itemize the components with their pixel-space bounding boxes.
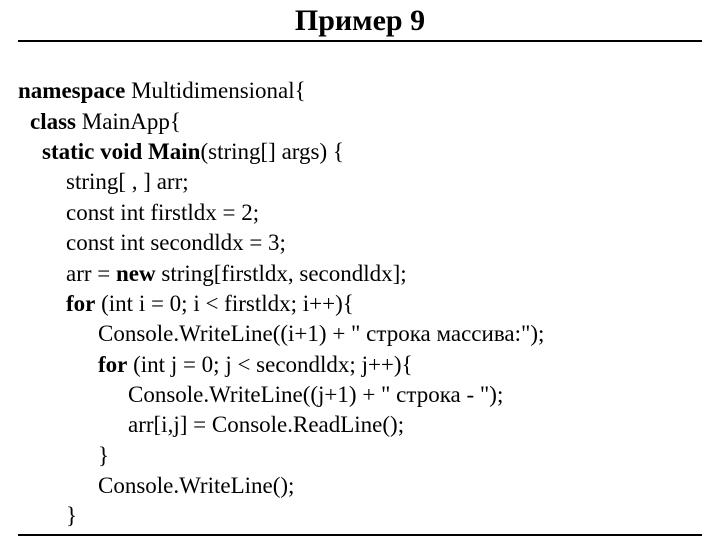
code-txt-10: (int j = 0; j < secondldx; j++){: [127, 352, 412, 377]
code-line-7: arr = new string[firstldx, secondldx];: [18, 259, 407, 289]
kw-new: new: [116, 261, 156, 286]
kw-for-1: for: [66, 291, 95, 316]
code-txt-3: (string[] args) {: [200, 139, 343, 164]
code-txt-7a: arr =: [66, 261, 116, 286]
code-line-11: Console.WriteLine((j+1) + " строка - ");: [18, 380, 503, 410]
code-line-4: string[ , ] arr;: [18, 167, 189, 197]
kw-void-main: void Main: [100, 139, 200, 164]
code-txt-7b: string[firstldx, secondldx];: [156, 261, 407, 286]
kw-namespace: namespace: [18, 78, 125, 103]
code-line-12: arr[i,j] = Console.ReadLine();: [18, 410, 404, 440]
code-line-13: }: [18, 441, 109, 471]
code-line-10: for (int j = 0; j < secondldx; j++){: [18, 350, 413, 380]
code-line-3: static void Main(string[] args) {: [18, 137, 344, 167]
code-line-14: Console.WriteLine();: [18, 471, 294, 501]
kw-class: class: [30, 109, 76, 134]
code-txt-8: (int i = 0; i < firstldx; i++){: [95, 291, 353, 316]
code-line-15: }: [18, 501, 77, 531]
slide-title: Пример 9: [18, 4, 702, 42]
code-line-8: for (int i = 0; i < firstldx; i++){: [18, 289, 354, 319]
code-line-6: const int secondldx = 3;: [18, 228, 286, 258]
slide: Пример 9 namespace Multidimensional{ cla…: [0, 0, 720, 540]
code-line-9: Console.WriteLine((i+1) + " строка масси…: [18, 319, 544, 349]
code-line-1: namespace Multidimensional{: [18, 78, 306, 103]
code-line-2: class MainApp{: [18, 107, 181, 137]
kw-for-2: for: [98, 352, 127, 377]
code-txt-1: Multidimensional{: [125, 78, 305, 103]
code-line-5: const int firstldx = 2;: [18, 198, 259, 228]
code-txt-2: MainApp{: [76, 109, 181, 134]
code-block: namespace Multidimensional{ class MainAp…: [18, 46, 702, 536]
kw-static: static: [42, 139, 94, 164]
